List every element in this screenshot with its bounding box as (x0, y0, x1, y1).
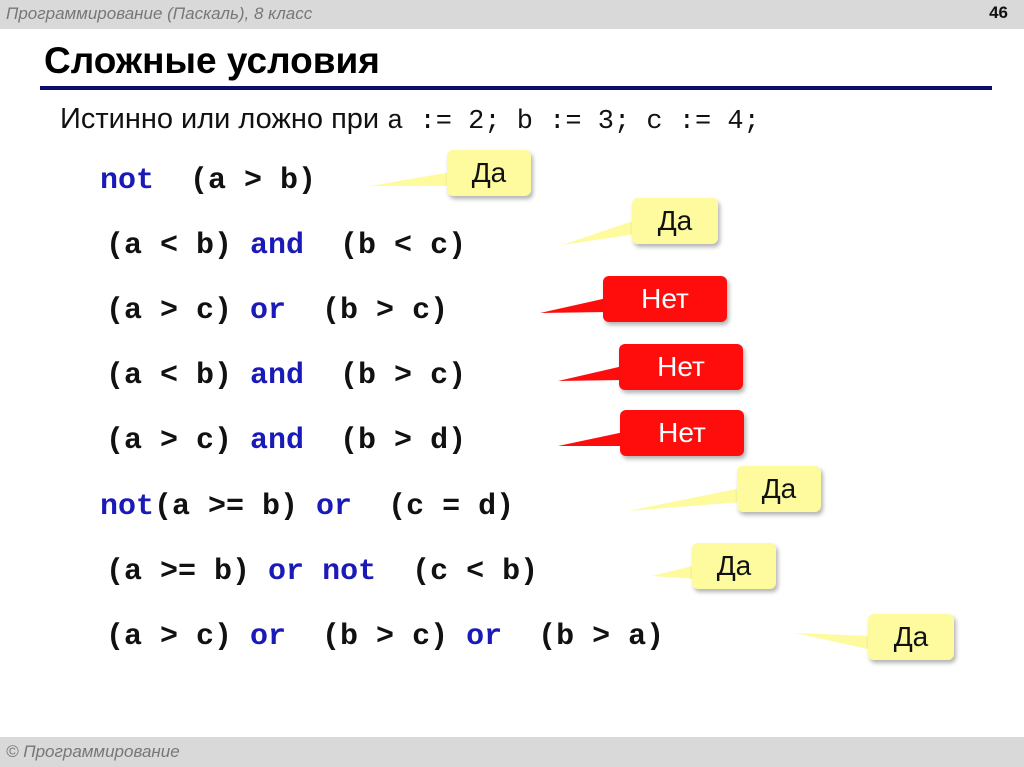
answer-yes-callout: Да (632, 198, 718, 244)
page-number: 46 (989, 3, 1008, 22)
keyword: not (100, 490, 155, 524)
answer-yes-callout: Да (692, 543, 776, 589)
expression-text: (a > b) (154, 164, 317, 198)
keyword: and (250, 229, 305, 263)
callout-tail (628, 488, 741, 511)
header-bar: Программирование (Паскаль), 8 класс 46 (0, 0, 1024, 29)
expression: (a < b) and (b > c) (106, 359, 466, 393)
title-underline (40, 86, 992, 90)
answer-no-callout: Нет (619, 344, 743, 390)
expression: (a > c) or (b > c) (106, 294, 448, 328)
callout-tail (558, 366, 623, 381)
expression: (a < b) and (b < c) (106, 229, 466, 263)
callout-tail (795, 633, 872, 650)
callout-tail (558, 432, 624, 446)
answer-no-callout: Нет (603, 276, 727, 322)
expression-text: (b > c) (304, 359, 467, 393)
callout-tail (562, 220, 636, 245)
answer-yes-callout: Да (868, 614, 954, 660)
expression: (a > c) and (b > d) (106, 424, 466, 458)
keyword: or (316, 490, 353, 524)
expression-text: (b > a) (502, 620, 665, 654)
intro-code: a := 2; b := 3; c := 4; (387, 107, 760, 137)
expression-text (304, 555, 322, 589)
keyword: or (250, 294, 287, 328)
expression-text: (b > c) (286, 294, 449, 328)
copyright: © Программирование (6, 742, 180, 761)
answer-no-callout: Нет (620, 410, 744, 456)
keyword: not (100, 164, 155, 198)
callout-tail (652, 565, 696, 579)
keyword: and (250, 359, 305, 393)
expression-text: (a < b) (106, 359, 251, 393)
expression-text: (c < b) (376, 555, 539, 589)
expression: (a >= b) or not (c < b) (106, 555, 538, 589)
expression: not (a > b) (100, 164, 316, 198)
footer-bar: © Программирование (0, 737, 1024, 767)
expression-text: (b > c) (286, 620, 467, 654)
expression-text: (a < b) (106, 229, 251, 263)
expression-text: (a >= b) (154, 490, 317, 524)
keyword: or (268, 555, 305, 589)
keyword: and (250, 424, 305, 458)
keyword: not (322, 555, 377, 589)
callout-tail (370, 172, 451, 186)
expression-text: (b < c) (304, 229, 467, 263)
answer-yes-callout: Да (447, 150, 531, 196)
keyword: or (250, 620, 287, 654)
keyword: or (466, 620, 503, 654)
expression-text: (a > c) (106, 294, 251, 328)
expression-text: (a > c) (106, 620, 251, 654)
expression-text: (a > c) (106, 424, 251, 458)
course-title: Программирование (Паскаль), 8 класс (6, 4, 313, 23)
expression-text: (b > d) (304, 424, 467, 458)
intro-text: Истинно или ложно при (60, 103, 388, 135)
intro-line: Истинно или ложно при a := 2; b := 3; c … (60, 103, 760, 137)
expression: not(a >= b) or (c = d) (100, 490, 514, 524)
expression-text: (c = d) (352, 490, 515, 524)
slide-title: Сложные условия (44, 40, 380, 81)
answer-yes-callout: Да (737, 466, 821, 512)
callout-tail (540, 298, 607, 313)
expression-text: (a >= b) (106, 555, 269, 589)
expression: (a > c) or (b > c) or (b > a) (106, 620, 664, 654)
